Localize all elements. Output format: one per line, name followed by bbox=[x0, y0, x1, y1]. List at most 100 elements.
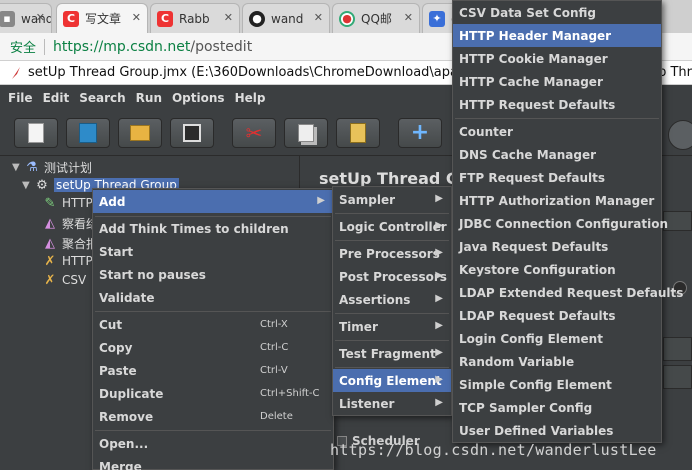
menu-item-label: Add bbox=[99, 194, 126, 209]
copy-button[interactable] bbox=[284, 118, 328, 148]
menu-options[interactable]: Options bbox=[172, 91, 225, 105]
menu-item-test-fragment[interactable]: Test Fragment ▶ bbox=[333, 342, 451, 365]
tree-node-child[interactable]: ✗ CSV bbox=[42, 271, 87, 289]
new-button[interactable] bbox=[14, 118, 58, 148]
tree-node-child[interactable]: ◭ 察看结 bbox=[42, 214, 98, 232]
context-menu: Add ▶ Add Think Times to children Start … bbox=[92, 188, 334, 470]
open-button[interactable] bbox=[118, 118, 162, 148]
menu-item-add[interactable]: Add ▶ bbox=[93, 190, 333, 213]
menu-item-add-think-times[interactable]: Add Think Times to children bbox=[93, 217, 333, 240]
menu-item-label: Counter bbox=[459, 124, 513, 139]
menu-item-remove[interactable]: Remove Delete bbox=[93, 405, 333, 428]
paste-button[interactable] bbox=[336, 118, 380, 148]
browser-tab[interactable]: ● wand ✕ bbox=[242, 3, 330, 33]
shortcut-label: Ctrl-V bbox=[260, 365, 288, 376]
menu-item-cut[interactable]: Cut Ctrl-X bbox=[93, 313, 333, 336]
menu-help[interactable]: Help bbox=[235, 91, 266, 105]
menu-item-copy[interactable]: Copy Ctrl-C bbox=[93, 336, 333, 359]
tree-node-label: CSV bbox=[62, 273, 87, 287]
menu-item-csv-data-set-config[interactable]: CSV Data Set Config bbox=[453, 1, 661, 24]
menu-item-label: Random Variable bbox=[459, 354, 575, 369]
close-icon[interactable]: ✕ bbox=[132, 11, 141, 24]
menu-search[interactable]: Search bbox=[79, 91, 125, 105]
menu-item-http-authorization-manager[interactable]: HTTP Authorization Manager bbox=[453, 189, 661, 212]
tree-node-child[interactable]: ✎ HTTP bbox=[42, 194, 93, 212]
browser-tab[interactable]: ▪ wand ✕ bbox=[0, 3, 52, 33]
menu-item-http-cache-manager[interactable]: HTTP Cache Manager bbox=[453, 70, 661, 93]
menu-item-random-variable[interactable]: Random Variable bbox=[453, 350, 661, 373]
menu-item-simple-config-element[interactable]: Simple Config Element bbox=[453, 373, 661, 396]
save-button[interactable] bbox=[170, 118, 214, 148]
close-icon[interactable]: ✕ bbox=[224, 11, 233, 24]
menu-item-label: FTP Request Defaults bbox=[459, 170, 606, 185]
collapse-icon[interactable]: ▼ bbox=[12, 162, 24, 173]
menu-item-config-element[interactable]: Config Element ▶ bbox=[333, 369, 451, 392]
shortcut-label: Delete bbox=[260, 411, 293, 422]
menu-item-post-processors[interactable]: Post Processors ▶ bbox=[333, 265, 451, 288]
menu-item-label: DNS Cache Manager bbox=[459, 147, 597, 162]
menu-item-start[interactable]: Start bbox=[93, 240, 333, 263]
cut-button[interactable]: ✂ bbox=[232, 118, 276, 148]
menu-item-label: Duplicate bbox=[99, 386, 164, 401]
menu-item-counter[interactable]: Counter bbox=[453, 120, 661, 143]
config-element-submenu: CSV Data Set Config HTTP Header Manager … bbox=[452, 0, 683, 443]
menu-item-open[interactable]: Open... bbox=[93, 432, 333, 455]
text-field[interactable] bbox=[663, 337, 692, 361]
menu-item-user-defined-variables[interactable]: User Defined Variables bbox=[453, 419, 661, 442]
url-host: https://mp.csdn.net bbox=[53, 38, 191, 55]
menu-item-label: Validate bbox=[99, 290, 155, 305]
menu-item-ftp-request-defaults[interactable]: FTP Request Defaults bbox=[453, 166, 661, 189]
menu-item-http-header-manager[interactable]: HTTP Header Manager bbox=[453, 24, 661, 47]
menu-item-java-request-defaults[interactable]: Java Request Defaults bbox=[453, 235, 661, 258]
expand-button[interactable]: + bbox=[398, 118, 442, 148]
csdn-icon: C bbox=[63, 10, 79, 27]
text-field[interactable] bbox=[663, 365, 692, 389]
menu-item-listener[interactable]: Listener ▶ bbox=[333, 392, 451, 415]
menu-item-start-no-pauses[interactable]: Start no pauses bbox=[93, 263, 333, 286]
close-icon[interactable]: ✕ bbox=[404, 11, 413, 24]
menu-item-merge[interactable]: Merge bbox=[93, 455, 333, 470]
menu-item-timer[interactable]: Timer ▶ bbox=[333, 315, 451, 338]
menu-item-sampler[interactable]: Sampler ▶ bbox=[333, 188, 451, 211]
browser-tab[interactable]: C Rabb ✕ bbox=[150, 3, 240, 33]
menu-item-http-request-defaults[interactable]: HTTP Request Defaults bbox=[453, 93, 661, 116]
menu-file[interactable]: File bbox=[8, 91, 33, 105]
menu-edit[interactable]: Edit bbox=[43, 91, 70, 105]
menu-item-label: Start bbox=[99, 244, 134, 259]
submenu-arrow-icon: ▶ bbox=[435, 220, 443, 231]
menu-item-ldap-request-defaults[interactable]: LDAP Request Defaults bbox=[453, 304, 661, 327]
tree-node-child[interactable]: ◭ 聚合报 bbox=[42, 234, 98, 252]
menu-item-validate[interactable]: Validate bbox=[93, 286, 333, 309]
menu-item-label: LDAP Request Defaults bbox=[459, 308, 616, 323]
menu-item-label: Keystore Configuration bbox=[459, 262, 616, 277]
browser-tab[interactable]: C 写文章 ✕ bbox=[56, 3, 148, 33]
menu-item-label: HTTP Cookie Manager bbox=[459, 51, 608, 66]
menu-item-duplicate[interactable]: Duplicate Ctrl+Shift-C bbox=[93, 382, 333, 405]
tree-node-child[interactable]: ✗ HTTP bbox=[42, 252, 93, 270]
submenu-arrow-icon: ▶ bbox=[435, 193, 443, 204]
menu-item-ldap-extended-request-defaults[interactable]: LDAP Extended Request Defaults bbox=[453, 281, 683, 304]
menu-item-jdbc-connection-configuration[interactable]: JDBC Connection Configuration bbox=[453, 212, 668, 235]
menu-item-logic-controller[interactable]: Logic Controller ▶ bbox=[333, 215, 451, 238]
menu-item-login-config-element[interactable]: Login Config Element bbox=[453, 327, 661, 350]
menu-run[interactable]: Run bbox=[136, 91, 162, 105]
divider bbox=[335, 340, 449, 341]
menu-item-assertions[interactable]: Assertions ▶ bbox=[333, 288, 451, 311]
pipette-icon: ✎ bbox=[44, 195, 56, 211]
templates-button[interactable] bbox=[66, 118, 110, 148]
menu-item-paste[interactable]: Paste Ctrl-V bbox=[93, 359, 333, 382]
close-icon[interactable]: ✕ bbox=[36, 11, 45, 24]
menu-item-http-cookie-manager[interactable]: HTTP Cookie Manager bbox=[453, 47, 661, 70]
tab-label: Rabb bbox=[179, 11, 210, 26]
menu-item-keystore-configuration[interactable]: Keystore Configuration bbox=[453, 258, 661, 281]
collapse-icon[interactable]: ▼ bbox=[22, 180, 34, 191]
close-icon[interactable]: ✕ bbox=[314, 11, 323, 24]
menu-item-pre-processors[interactable]: Pre Processors ▶ bbox=[333, 242, 451, 265]
tree-node-root[interactable]: ▼ ⚗ 测试计划 bbox=[12, 158, 92, 176]
menu-item-dns-cache-manager[interactable]: DNS Cache Manager bbox=[453, 143, 661, 166]
menu-item-tcp-sampler-config[interactable]: TCP Sampler Config bbox=[453, 396, 661, 419]
toolbar-overflow-button[interactable] bbox=[668, 120, 692, 150]
menu-item-label: HTTP Cache Manager bbox=[459, 74, 603, 89]
menu-item-label: TCP Sampler Config bbox=[459, 400, 593, 415]
browser-tab[interactable]: ● QQ邮 ✕ bbox=[332, 3, 420, 33]
